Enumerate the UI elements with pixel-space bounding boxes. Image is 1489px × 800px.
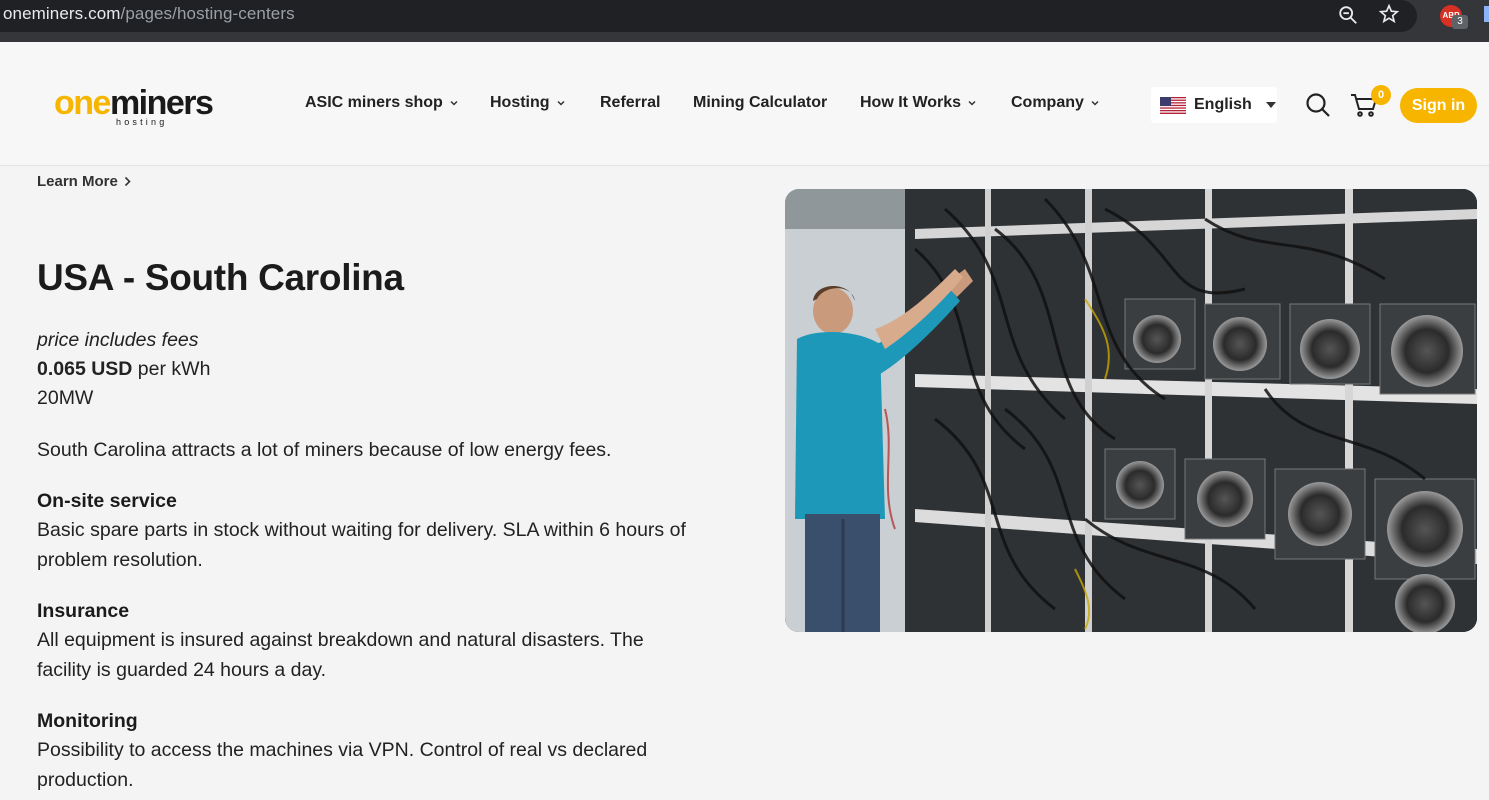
search-icon[interactable]: [1305, 92, 1331, 118]
nav-company[interactable]: Company: [1011, 94, 1100, 112]
zoom-icon[interactable]: [1337, 4, 1359, 26]
nav-hosting[interactable]: Hosting: [490, 94, 566, 112]
chevron-down-icon: [1091, 100, 1099, 106]
price-line: 0.065 USD per kWh: [37, 355, 717, 384]
nav-referral[interactable]: Referral: [600, 94, 660, 112]
language-label: English: [1194, 96, 1252, 113]
chevron-right-icon: [124, 176, 131, 187]
sign-in-button[interactable]: Sign in: [1400, 88, 1477, 123]
nav-mining-calculator[interactable]: Mining Calculator: [693, 94, 827, 112]
nav-how-it-works[interactable]: How It Works: [860, 94, 977, 112]
feature-text: Basic spare parts in stock without waiti…: [37, 519, 686, 571]
caret-down-icon: [1265, 102, 1276, 108]
feature-title: On-site service: [37, 490, 177, 512]
browser-toolbar: oneminers.com/pages/hosting-centers ABP …: [0, 0, 1489, 42]
language-selector[interactable]: English: [1151, 87, 1277, 123]
us-flag-icon: [1160, 96, 1186, 114]
toolbar-edge: [1484, 6, 1489, 22]
feature-text: All equipment is insured against breakdo…: [37, 629, 644, 681]
learn-more-link[interactable]: Learn More: [37, 173, 132, 190]
site-logo[interactable]: oneminers hosting: [54, 86, 254, 132]
fees-note: price includes fees: [37, 329, 199, 351]
price-unit: per kWh: [132, 358, 211, 380]
feature-title: Monitoring: [37, 710, 138, 732]
mining-facility-photo: [785, 189, 1477, 632]
site-header: oneminers hosting ASIC miners shop Hosti…: [0, 42, 1489, 166]
address-bar[interactable]: oneminers.com/pages/hosting-centers: [0, 0, 1417, 32]
cart-count-badge: 0: [1371, 85, 1391, 105]
bookmark-star-icon[interactable]: [1378, 3, 1400, 25]
extension-badge: 3: [1452, 15, 1468, 29]
price-value: 0.065 USD: [37, 358, 133, 380]
chevron-down-icon: [450, 100, 458, 106]
logo-subtitle: hosting: [116, 117, 168, 127]
location-description: South Carolina attracts a lot of miners …: [37, 439, 612, 461]
address-bar-url[interactable]: oneminers.com/pages/hosting-centers: [3, 4, 295, 24]
page-title: USA - South Carolina: [37, 257, 404, 298]
nav-asic-miners-shop[interactable]: ASIC miners shop: [305, 94, 459, 112]
feature-title: Insurance: [37, 600, 130, 622]
chevron-down-icon: [968, 100, 976, 106]
feature-text: Possibility to access the machines via V…: [37, 739, 648, 791]
capacity: 20MW: [37, 387, 94, 409]
chevron-down-icon: [557, 100, 565, 106]
